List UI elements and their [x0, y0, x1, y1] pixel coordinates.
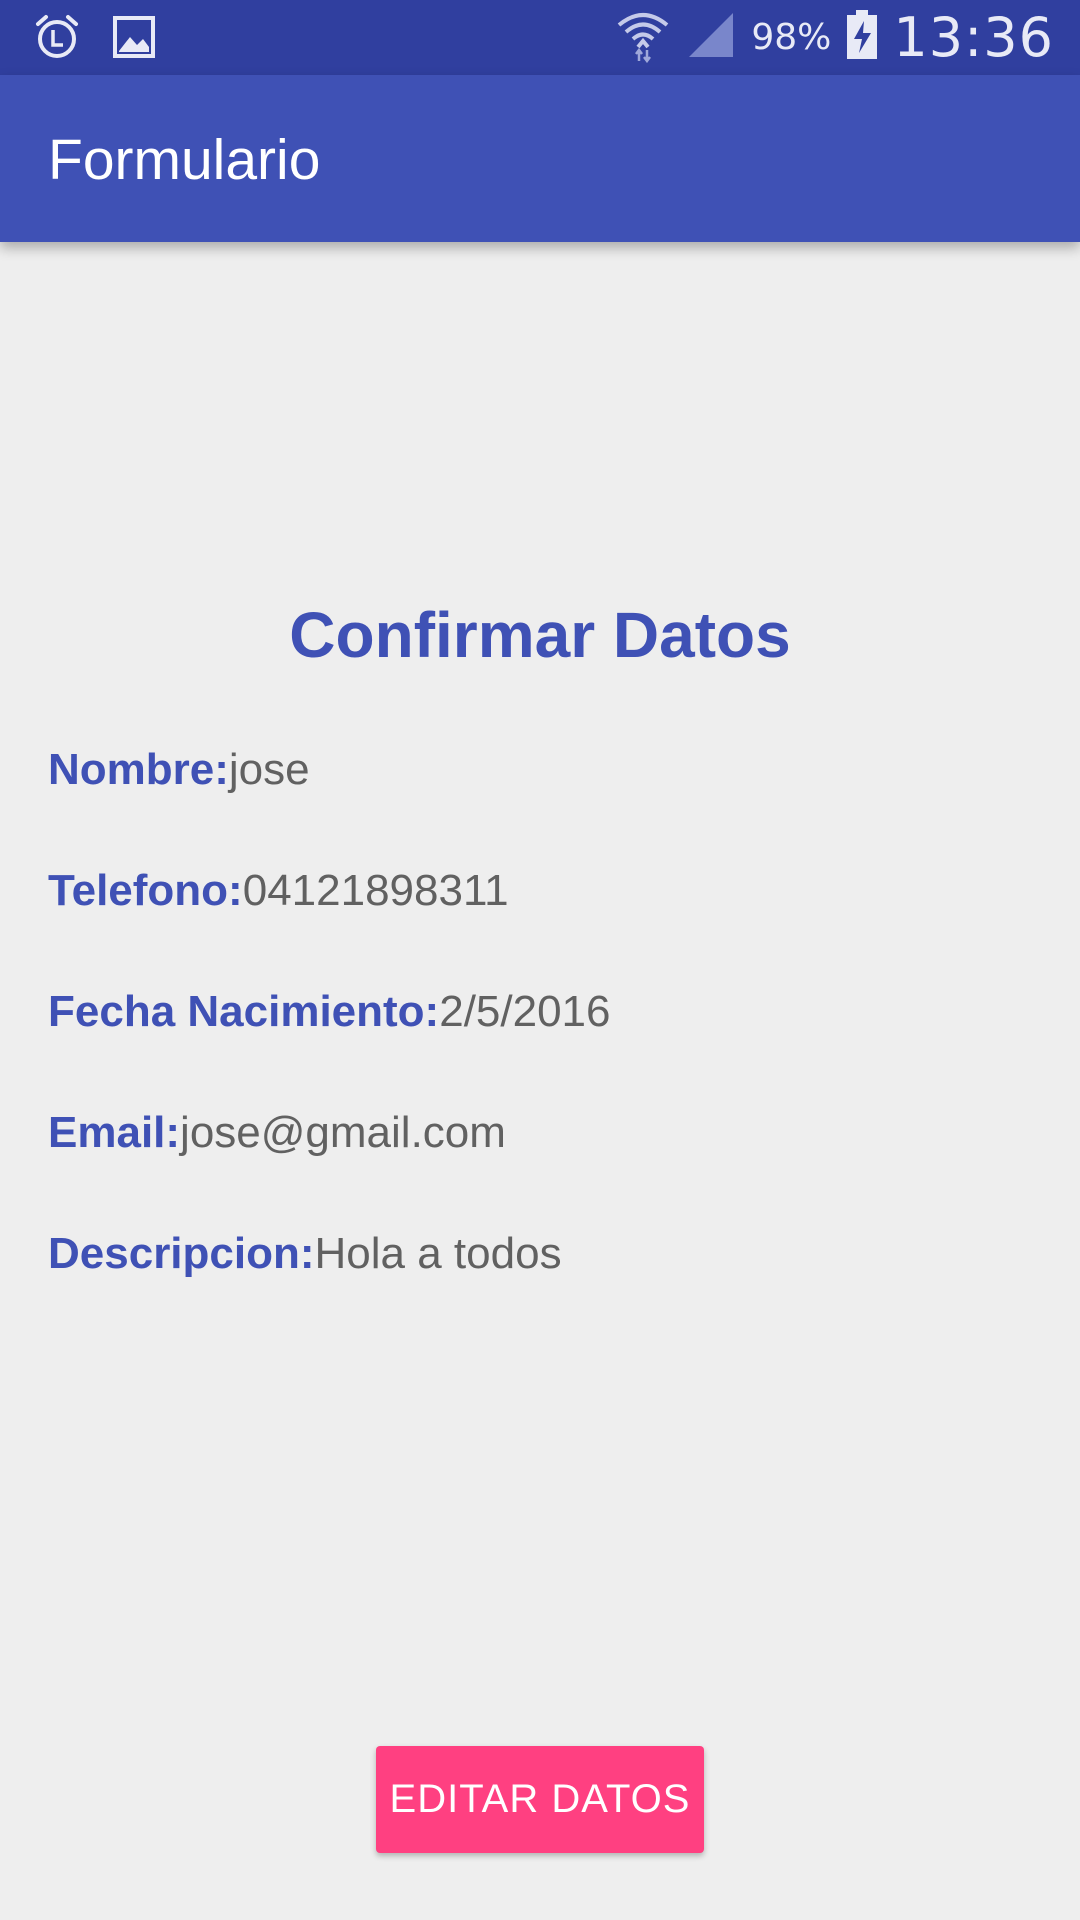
edit-data-button[interactable]: EDITAR DATOS — [376, 1746, 704, 1853]
field-label: Fecha Nacimiento: — [48, 987, 440, 1036]
field-label: Nombre: — [48, 745, 229, 794]
field-value: Hola a todos — [314, 1229, 562, 1278]
status-left-icons — [32, 12, 156, 67]
field-value: 04121898311 — [242, 866, 509, 915]
field-row-telefono: Telefono:04121898311 — [48, 866, 509, 916]
field-label: Email: — [48, 1108, 181, 1157]
field-value: jose — [228, 745, 310, 794]
field-label: Telefono: — [48, 866, 243, 915]
app-bar: Formulario — [0, 75, 1080, 242]
field-value: 2/5/2016 — [439, 987, 611, 1036]
field-row-email: Email:jose@gmail.com — [48, 1108, 506, 1158]
wifi-icon — [615, 7, 671, 68]
status-right-area: 98% 13:36 — [615, 0, 1054, 75]
status-clock: 13:36 — [893, 6, 1054, 69]
signal-icon — [685, 9, 737, 66]
page-title: Confirmar Datos — [289, 599, 791, 671]
alarm-icon — [32, 12, 82, 67]
field-row-descripcion: Descripcion:Hola a todos — [48, 1229, 562, 1279]
field-value: jose@gmail.com — [180, 1108, 506, 1157]
battery-charging-icon — [845, 9, 879, 66]
field-label: Descripcion: — [48, 1229, 315, 1278]
status-bar: 98% 13:36 — [0, 0, 1080, 75]
battery-percent: 98% — [751, 17, 832, 58]
app-title: Formulario — [48, 128, 321, 192]
field-row-nombre: Nombre:jose — [48, 745, 310, 795]
image-icon — [112, 15, 156, 64]
field-row-fecha-nacimiento: Fecha Nacimiento:2/5/2016 — [48, 987, 611, 1037]
